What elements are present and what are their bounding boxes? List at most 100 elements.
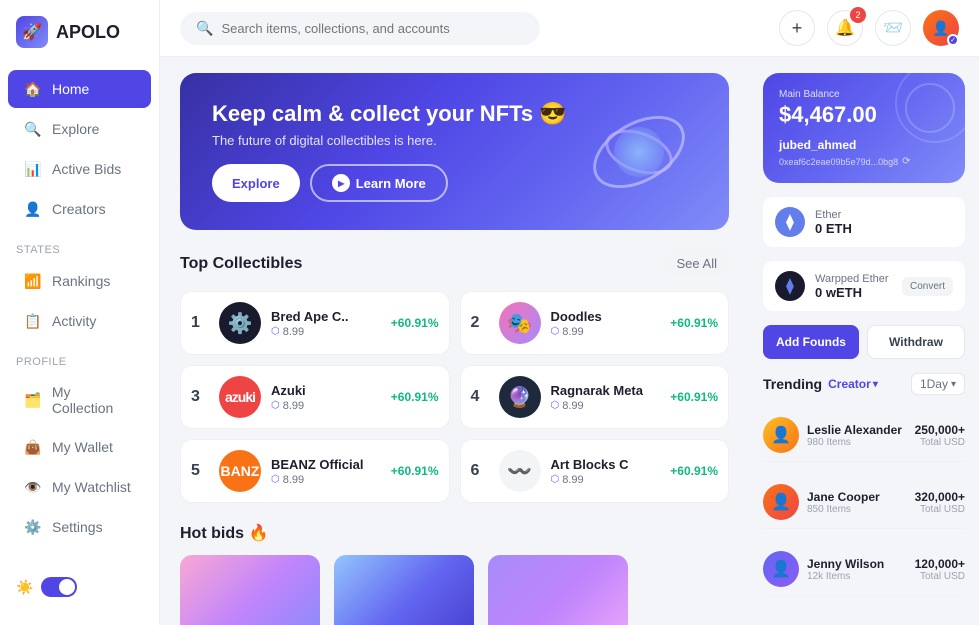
collectible-info: Doodles ⬡ 8.99 [551, 309, 661, 338]
collectible-rank: 4 [471, 388, 489, 406]
collectible-name: Azuki [271, 383, 381, 398]
creator-items: 12k Items [807, 571, 907, 582]
trending-creator-select[interactable]: Creator ▾ [828, 377, 878, 391]
trending-period-select[interactable]: 1Day ▾ [911, 373, 965, 395]
topbar: 🔍 + 🔔 2 📨 👤 ✓ [160, 0, 979, 57]
sidebar-item-collection[interactable]: 🗂️ My Collection [8, 374, 151, 426]
collectible-item[interactable]: 4 🔮 Ragnarak Meta ⬡ 8.99 +60.91% [460, 365, 730, 429]
search-input[interactable] [221, 21, 524, 36]
trending-period-label: 1Day [920, 377, 948, 391]
collectible-avatar: BANZ [219, 450, 261, 492]
hot-bids-title: Hot bids 🔥 [180, 523, 729, 543]
profile-section-label: Profile [0, 342, 159, 372]
collectible-change: +60.91% [391, 316, 439, 330]
withdraw-button[interactable]: Withdraw [867, 325, 965, 359]
ether-amount: 0 ETH [815, 221, 953, 236]
notification-badge: 2 [850, 7, 866, 23]
creator-amount: 120,000+ [915, 557, 965, 571]
states-section-label: States [0, 230, 159, 260]
avatar-verified-badge: ✓ [947, 34, 959, 46]
message-icon: 📨 [883, 18, 903, 38]
weth-info: Warpped Ether 0 wETH [815, 273, 892, 300]
collectible-item[interactable]: 3 azuki Azuki ⬡ 8.99 +60.91% [180, 365, 450, 429]
sidebar-item-activity[interactable]: 📋 Activity [8, 302, 151, 340]
content-area: Keep calm & collect your NFTs 😎 The futu… [160, 57, 979, 625]
creators-icon: 👤 [24, 200, 42, 218]
app-name: APOLO [56, 22, 120, 43]
creator-row[interactable]: 👤 Jane Cooper 850 Items 320,000+ Total U… [763, 476, 965, 529]
weth-icon: ⧫ [775, 271, 805, 301]
explore-button[interactable]: Explore [212, 164, 300, 202]
collectible-price: ⬡ 8.99 [271, 400, 381, 412]
sidebar-item-creators[interactable]: 👤 Creators [8, 190, 151, 228]
creator-row[interactable]: 👤 Jenny Wilson 12k Items 120,000+ Total … [763, 543, 965, 596]
collectible-name: BEANZ Official [271, 457, 381, 472]
eth-icon: ⬡ [271, 326, 280, 337]
creator-info: Jane Cooper 850 Items [807, 490, 907, 515]
notification-button[interactable]: 🔔 2 [827, 10, 863, 46]
sidebar-nav: 🏠 Home 🔍 Explore 📊 Active Bids 👤 Creator… [0, 68, 159, 565]
sidebar-item-watchlist[interactable]: 👁️ My Watchlist [8, 468, 151, 506]
search-box[interactable]: 🔍 [180, 12, 540, 45]
collectible-item[interactable]: 1 ⚙️ Bred Ape C.. ⬡ 8.99 +60.91% [180, 291, 450, 355]
bid-card[interactable] [488, 555, 628, 625]
collectible-item[interactable]: 2 🎭 Doodles ⬡ 8.99 +60.91% [460, 291, 730, 355]
rankings-icon: 📶 [24, 272, 42, 290]
creator-row[interactable]: 👤 Leslie Alexander 980 Items 250,000+ To… [763, 409, 965, 462]
bid-card[interactable] [180, 555, 320, 625]
creator-value: 320,000+ Total USD [915, 490, 965, 515]
balance-address: 0xeaf6c2eae09b5e79d...0bg8 ⟳ [779, 156, 949, 167]
collectible-info: Art Blocks C ⬡ 8.99 [551, 457, 661, 486]
sidebar-item-settings[interactable]: ⚙️ Settings [8, 508, 151, 546]
ether-label: Ether [815, 209, 953, 221]
sidebar-item-rankings[interactable]: 📶 Rankings [8, 262, 151, 300]
eth-icon: ⬡ [271, 474, 280, 485]
collectible-name: Doodles [551, 309, 661, 324]
collectibles-title: Top Collectibles [180, 255, 302, 273]
sidebar-item-active-bids-label: Active Bids [52, 161, 121, 177]
sidebar: 🚀 APOLO 🏠 Home 🔍 Explore 📊 Active Bids 👤… [0, 0, 160, 625]
add-button[interactable]: + [779, 10, 815, 46]
theme-toggle[interactable]: ☀️ [0, 565, 159, 609]
copy-icon[interactable]: ⟳ [902, 156, 910, 167]
creator-avatar: 👤 [763, 551, 799, 587]
collectible-price: ⬡ 8.99 [271, 326, 381, 338]
app-logo: 🚀 APOLO [0, 16, 159, 68]
creator-info: Jenny Wilson 12k Items [807, 557, 907, 582]
sidebar-item-explore[interactable]: 🔍 Explore [8, 110, 151, 148]
creator-items: 850 Items [807, 504, 907, 515]
sidebar-item-active-bids[interactable]: 📊 Active Bids [8, 150, 151, 188]
sidebar-item-wallet-label: My Wallet [52, 439, 113, 455]
collectible-change: +60.91% [391, 464, 439, 478]
logo-icon: 🚀 [16, 16, 48, 48]
play-circle: ▶ [332, 174, 350, 192]
learn-more-button[interactable]: ▶ Learn More [310, 164, 448, 202]
sidebar-item-collection-label: My Collection [52, 384, 135, 416]
weth-amount: 0 wETH [815, 285, 892, 300]
message-button[interactable]: 📨 [875, 10, 911, 46]
sidebar-item-wallet[interactable]: 👜 My Wallet [8, 428, 151, 466]
creator-avatar: 👤 [763, 417, 799, 453]
see-all-button[interactable]: See All [665, 250, 729, 277]
topbar-actions: + 🔔 2 📨 👤 ✓ [779, 10, 959, 46]
ether-row: ⧫ Ether 0 ETH [763, 197, 965, 247]
user-avatar-wrap[interactable]: 👤 ✓ [923, 10, 959, 46]
banner-title: Keep calm & collect your NFTs 😎 [212, 101, 567, 127]
sidebar-item-home[interactable]: 🏠 Home [8, 70, 151, 108]
active-bids-icon: 📊 [24, 160, 42, 178]
creator-name: Jenny Wilson [807, 557, 907, 571]
collectible-price: ⬡ 8.99 [551, 400, 661, 412]
creator-amount: 320,000+ [915, 490, 965, 504]
banner-visual [589, 122, 689, 182]
collectible-item[interactable]: 6 〰️ Art Blocks C ⬡ 8.99 +60.91% [460, 439, 730, 503]
convert-button[interactable]: Convert [902, 277, 953, 296]
bid-card[interactable] [334, 555, 474, 625]
sidebar-item-settings-label: Settings [52, 519, 103, 535]
collectible-item[interactable]: 5 BANZ BEANZ Official ⬡ 8.99 +60.91% [180, 439, 450, 503]
weth-row: ⧫ Warpped Ether 0 wETH Convert [763, 261, 965, 311]
dark-mode-toggle[interactable] [41, 577, 77, 597]
add-funds-button[interactable]: Add Founds [763, 325, 859, 359]
collectible-avatar: 〰️ [499, 450, 541, 492]
learn-more-label: Learn More [356, 176, 426, 191]
trending-header: Trending Creator ▾ 1Day ▾ [763, 373, 965, 395]
